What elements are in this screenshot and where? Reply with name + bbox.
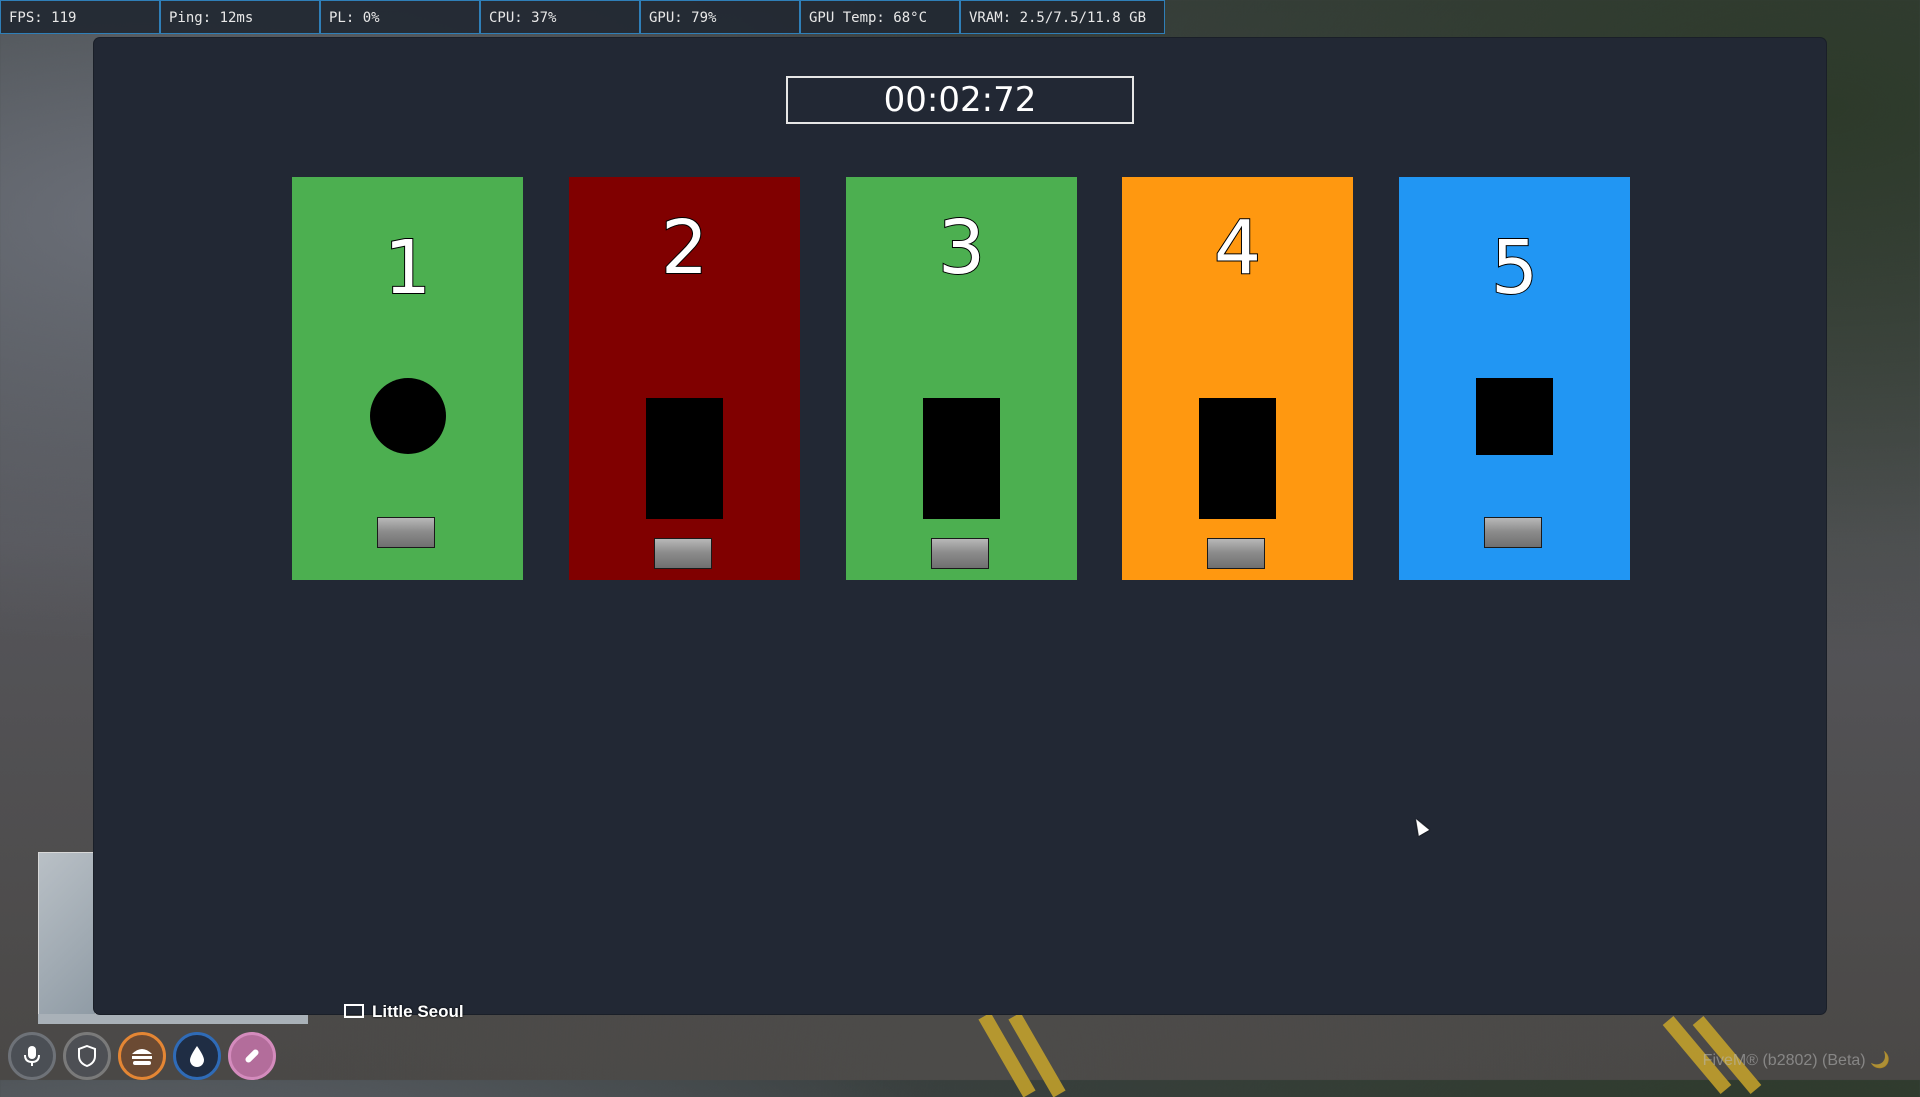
card-2-button[interactable] xyxy=(654,538,712,569)
ping-stat: Ping: 12ms xyxy=(160,0,320,34)
stress-pill-icon xyxy=(228,1032,276,1080)
rectangle-shape xyxy=(1199,398,1276,519)
location-name: Little Seoul xyxy=(372,1002,464,1021)
card-5: 5 xyxy=(1399,177,1630,580)
gpu-temp-stat: GPU Temp: 68°C xyxy=(800,0,960,34)
vram-stat: VRAM: 2.5/7.5/11.8 GB xyxy=(960,0,1165,34)
packet-loss-stat: PL: 0% xyxy=(320,0,480,34)
card-number: 3 xyxy=(937,205,986,291)
square-shape xyxy=(1476,378,1553,455)
circle-shape xyxy=(370,378,446,454)
map-icon xyxy=(344,1004,364,1018)
card-number: 4 xyxy=(1213,205,1262,291)
location-label: Little Seoul xyxy=(344,1002,464,1022)
rectangle-shape xyxy=(923,398,1000,519)
card-1: 1 xyxy=(292,177,523,580)
rectangle-shape xyxy=(646,398,723,519)
performance-stats-bar: FPS: 119 Ping: 12ms PL: 0% CPU: 37% GPU:… xyxy=(0,0,1165,34)
card-1-button[interactable] xyxy=(377,517,435,548)
card-3: 3 xyxy=(846,177,1077,580)
countdown-timer: 00:02:72 xyxy=(786,76,1134,124)
minimap xyxy=(38,852,96,1024)
minigame-panel: 00:02:72 1 2 3 4 5 xyxy=(94,38,1826,1014)
microphone-icon xyxy=(8,1032,56,1080)
card-4-button[interactable] xyxy=(1207,538,1265,569)
card-4: 4 xyxy=(1122,177,1353,580)
water-drop-icon xyxy=(173,1032,221,1080)
fps-stat: FPS: 119 xyxy=(0,0,160,34)
armor-shield-icon xyxy=(63,1032,111,1080)
card-2: 2 xyxy=(569,177,800,580)
card-number: 2 xyxy=(660,205,709,291)
food-burger-icon xyxy=(118,1032,166,1080)
card-number: 5 xyxy=(1490,225,1539,311)
card-5-button[interactable] xyxy=(1484,517,1542,548)
card-number: 1 xyxy=(383,225,432,311)
status-icons xyxy=(8,1032,276,1080)
card-3-button[interactable] xyxy=(931,538,989,569)
version-watermark: FiveM® (b2802) (Beta) 🌙 xyxy=(1702,1052,1890,1069)
cpu-stat: CPU: 37% xyxy=(480,0,640,34)
minimap-edge xyxy=(38,1014,308,1024)
gpu-stat: GPU: 79% xyxy=(640,0,800,34)
